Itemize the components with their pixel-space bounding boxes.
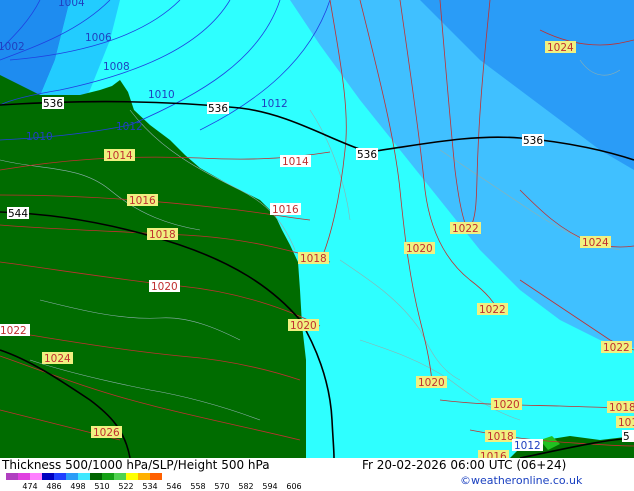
svg-text:1012: 1012 <box>514 440 541 452</box>
pressure-label: 1014 <box>280 155 311 168</box>
height-label: 536 <box>207 102 229 115</box>
height-label: 544 <box>7 207 29 220</box>
svg-text:1016: 1016 <box>480 451 507 458</box>
svg-text:536: 536 <box>43 98 63 110</box>
svg-text:1024: 1024 <box>44 353 71 365</box>
pressure-label: 1010 <box>26 131 53 143</box>
legend-swatch <box>18 473 30 480</box>
svg-text:1020: 1020 <box>290 320 317 332</box>
legend-swatch <box>78 473 90 480</box>
pressure-label: 1006 <box>85 32 112 44</box>
pressure-label: 1018 <box>147 228 178 241</box>
legend-swatch <box>42 473 54 480</box>
pressure-label: 1008 <box>103 61 130 73</box>
pressure-label: 1002 <box>0 41 25 53</box>
legend-swatch <box>66 473 78 480</box>
svg-text:1020: 1020 <box>418 377 445 389</box>
height-label: 536 <box>42 97 64 110</box>
svg-text:1014: 1014 <box>106 150 133 162</box>
svg-text:536: 536 <box>357 149 377 161</box>
pressure-label: 1018 <box>616 416 634 429</box>
pressure-label: 1016 <box>478 450 509 458</box>
pressure-label: 1018 <box>298 252 329 265</box>
svg-text:536: 536 <box>208 103 228 115</box>
pressure-label: 1022 <box>0 324 30 337</box>
svg-text:1022: 1022 <box>479 304 506 316</box>
pressure-label: 1020 <box>404 242 435 255</box>
pressure-label: 1012 <box>512 439 543 452</box>
svg-text:544: 544 <box>8 208 28 220</box>
svg-text:1024: 1024 <box>582 237 609 249</box>
pressure-label: 1014 <box>104 149 135 162</box>
pressure-label: 1016 <box>270 203 301 216</box>
pressure-label: 1012 <box>261 98 288 110</box>
pressure-label: 1022 <box>601 341 632 354</box>
svg-text:1018: 1018 <box>618 417 634 429</box>
pressure-label: 1018 <box>485 430 516 443</box>
pressure-label: 1022 <box>450 222 481 235</box>
legend-swatch <box>90 473 102 480</box>
svg-text:1022: 1022 <box>0 325 27 337</box>
pressure-label: 1020 <box>149 280 180 293</box>
svg-text:1014: 1014 <box>282 156 309 168</box>
height-label: 5 <box>622 430 634 443</box>
pressure-label: 1012 <box>116 121 143 133</box>
thickness-color-legend <box>6 473 162 480</box>
pressure-label: 1004 <box>58 0 85 9</box>
pressure-label: 1022 <box>477 303 508 316</box>
svg-text:1016: 1016 <box>129 195 156 207</box>
pressure-label: 1018 <box>607 401 634 414</box>
legend-swatch <box>102 473 114 480</box>
pressure-label: 1024 <box>545 41 576 54</box>
svg-text:1018: 1018 <box>487 431 514 443</box>
legend-swatch <box>114 473 126 480</box>
svg-text:1020: 1020 <box>151 281 178 293</box>
pressure-label: 1020 <box>491 398 522 411</box>
svg-text:1022: 1022 <box>603 342 630 354</box>
forecast-datetime: Fr 20-02-2026 06:00 UTC (06+24) <box>362 458 567 472</box>
legend-swatch <box>30 473 42 480</box>
height-label: 536 <box>522 134 544 147</box>
svg-text:1020: 1020 <box>406 243 433 255</box>
pressure-label: 1024 <box>580 236 611 249</box>
legend-swatch <box>6 473 18 480</box>
svg-text:536: 536 <box>523 135 543 147</box>
pressure-label: 1016 <box>127 194 158 207</box>
map-footer: Thickness 500/1000 hPa/SLP/Height 500 hP… <box>0 458 634 491</box>
svg-text:1004: 1004 <box>58 0 85 9</box>
pressure-label: 1020 <box>416 376 447 389</box>
pressure-label: 1026 <box>91 426 122 439</box>
credit-text: ©weatheronline.co.uk <box>460 474 583 487</box>
svg-text:1024: 1024 <box>547 42 574 54</box>
legend-swatch <box>150 473 162 480</box>
legend-swatch <box>54 473 66 480</box>
height-label: 536 <box>356 148 378 161</box>
legend-swatch <box>138 473 150 480</box>
map-title: Thickness 500/1000 hPa/SLP/Height 500 hP… <box>2 458 270 472</box>
svg-text:1022: 1022 <box>452 223 479 235</box>
pressure-label: 1024 <box>42 352 73 365</box>
weather-map: 1004 1006 1008 1002 1010 1012 1010 1012 … <box>0 0 634 458</box>
svg-text:1026: 1026 <box>93 427 120 439</box>
svg-text:5: 5 <box>623 431 630 443</box>
svg-text:1018: 1018 <box>300 253 327 265</box>
svg-text:1020: 1020 <box>493 399 520 411</box>
pressure-label: 1020 <box>288 319 319 332</box>
svg-text:1018: 1018 <box>609 402 634 414</box>
svg-text:1016: 1016 <box>272 204 299 216</box>
legend-swatch <box>126 473 138 480</box>
pressure-label: 1010 <box>148 89 175 101</box>
svg-text:1018: 1018 <box>149 229 176 241</box>
